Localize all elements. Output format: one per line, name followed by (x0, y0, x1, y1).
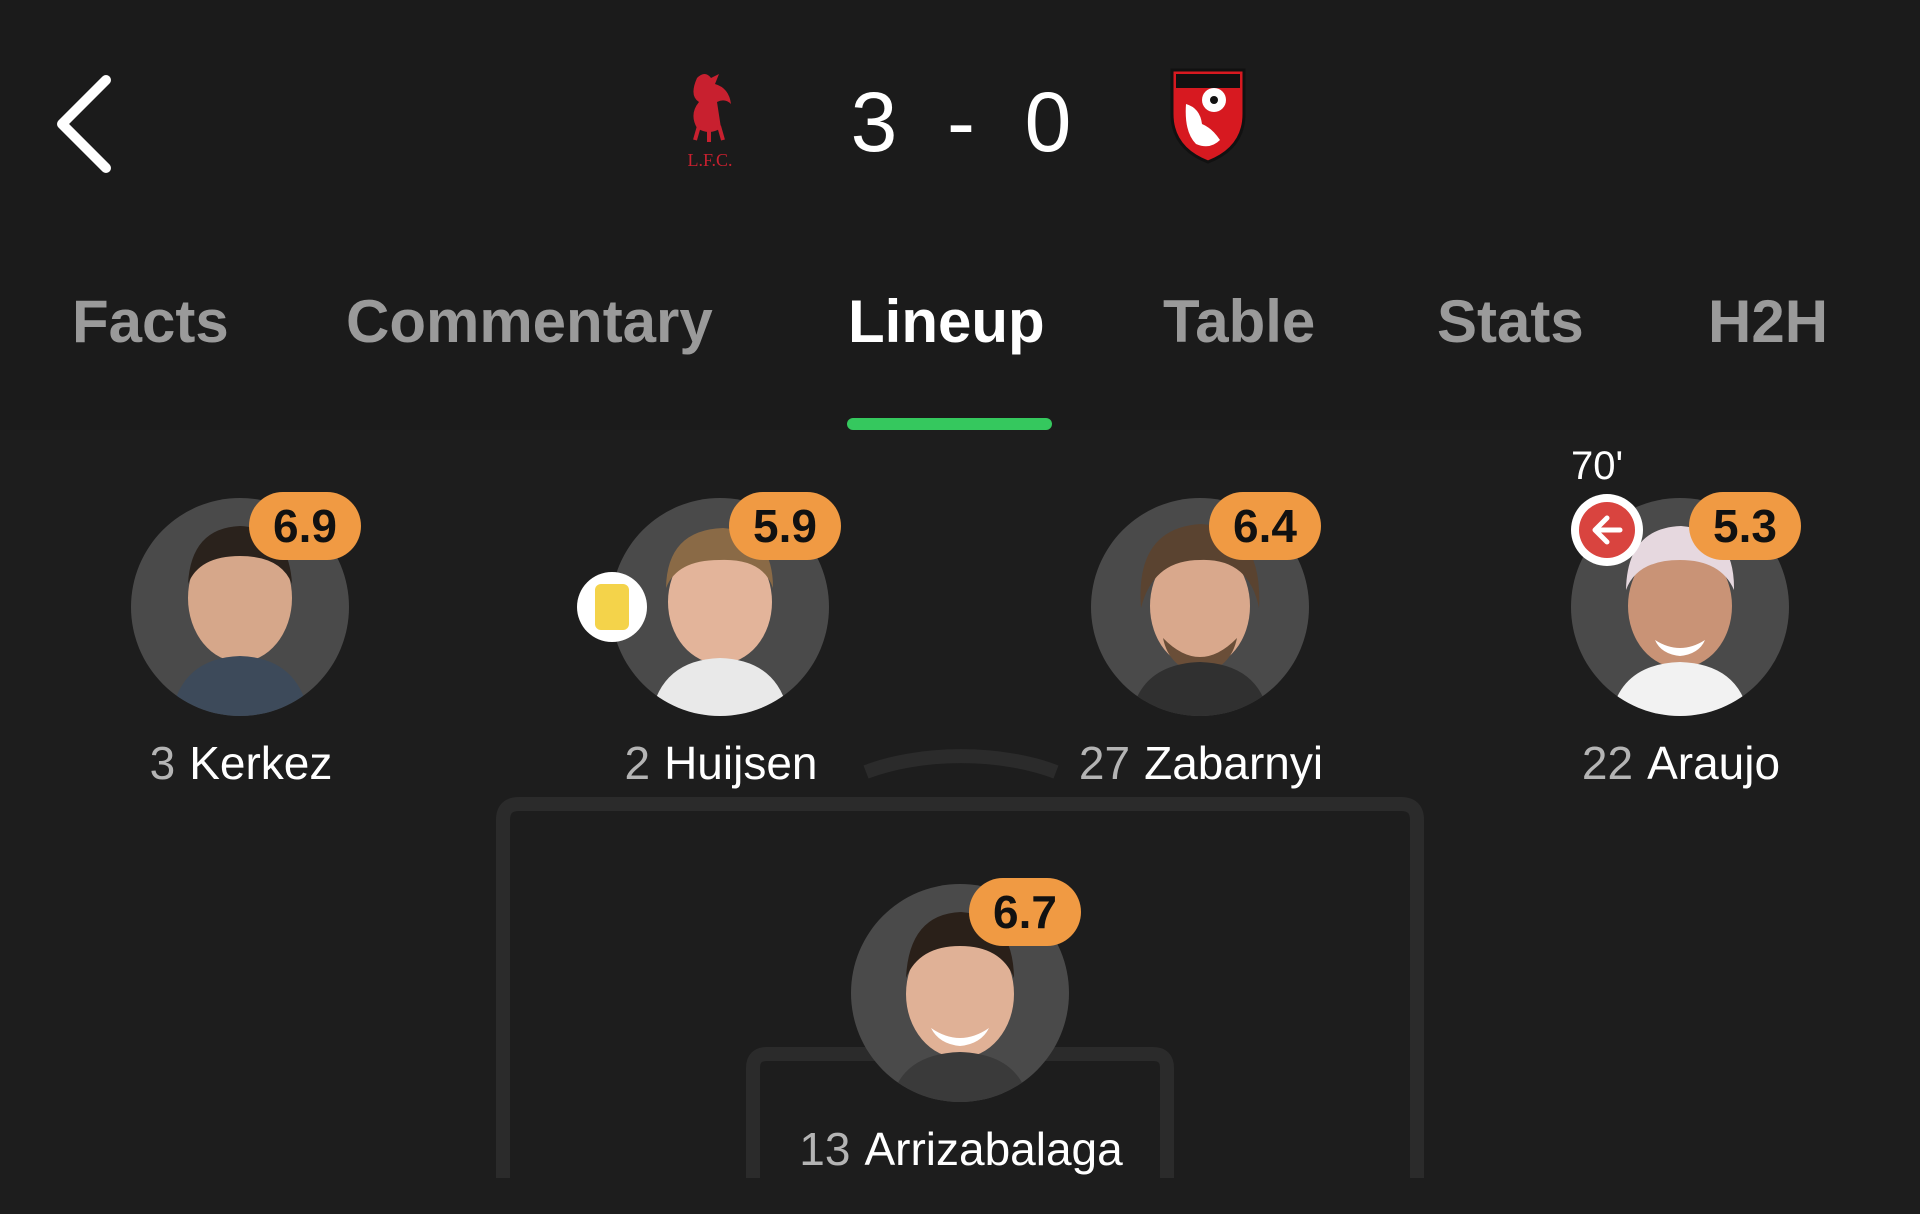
crest-text: L.F.C. (687, 150, 732, 170)
home-score: 3 (850, 75, 898, 169)
player-rating: 6.4 (1209, 492, 1321, 560)
player-rating: 6.9 (249, 492, 361, 560)
tab-lineup[interactable]: Lineup (848, 282, 1045, 362)
player-label: 22 Araujo (1481, 736, 1881, 790)
player-araujo[interactable]: 5.3 70' 22 Araujo (1541, 444, 1821, 828)
home-team-crest[interactable]: L.F.C. (675, 68, 745, 172)
player-number: 13 (799, 1123, 851, 1175)
liverbird-icon: L.F.C. (687, 74, 733, 170)
player-rating: 6.7 (969, 878, 1081, 946)
player-label: 27 Zabarnyi (1001, 736, 1401, 790)
player-number: 22 (1581, 737, 1634, 789)
player-kerkez[interactable]: 6.9 3 Kerkez (101, 492, 381, 828)
player-label: 3 Kerkez (41, 736, 441, 790)
player-rating: 5.9 (729, 492, 841, 560)
tab-facts[interactable]: Facts (72, 282, 229, 362)
score-separator: - (947, 75, 975, 169)
tab-table[interactable]: Table (1163, 282, 1315, 362)
player-zabarnyi[interactable]: 6.4 27 Zabarnyi (1061, 492, 1341, 828)
substitution-minute: 70' (1571, 444, 1624, 488)
bournemouth-crest-icon (1170, 68, 1246, 164)
player-huijsen[interactable]: 5.9 2 Huijsen (577, 492, 861, 828)
player-number: 27 (1078, 737, 1131, 789)
back-button[interactable] (52, 74, 122, 174)
sub-out-circle (1579, 502, 1635, 558)
yellow-card-icon (595, 584, 629, 630)
player-number: 3 (149, 737, 176, 789)
arrow-left-icon (1592, 515, 1623, 545)
tab-h2h[interactable]: H2H (1708, 282, 1828, 362)
yellow-card-badge (577, 572, 647, 642)
chevron-left-icon (57, 75, 111, 173)
player-arrizabalaga[interactable]: 6.7 13 Arrizabalaga (799, 878, 1123, 1214)
tab-commentary[interactable]: Commentary (346, 282, 713, 362)
player-name: Arrizabalaga (864, 1123, 1123, 1175)
active-tab-indicator (847, 418, 1052, 430)
player-label: 13 Arrizabalaga (761, 1122, 1161, 1176)
away-score: 0 (1024, 75, 1072, 169)
player-name: Kerkez (189, 737, 333, 789)
player-rating: 5.3 (1689, 492, 1801, 560)
player-number: 2 (624, 737, 651, 789)
player-name: Zabarnyi (1144, 737, 1324, 789)
player-name: Araujo (1647, 737, 1781, 789)
tab-stats[interactable]: Stats (1437, 282, 1584, 362)
player-name: Huijsen (664, 737, 818, 789)
substituted-off-badge (1571, 494, 1643, 566)
away-team-crest[interactable] (1166, 64, 1250, 166)
player-label: 2 Huijsen (521, 736, 921, 790)
